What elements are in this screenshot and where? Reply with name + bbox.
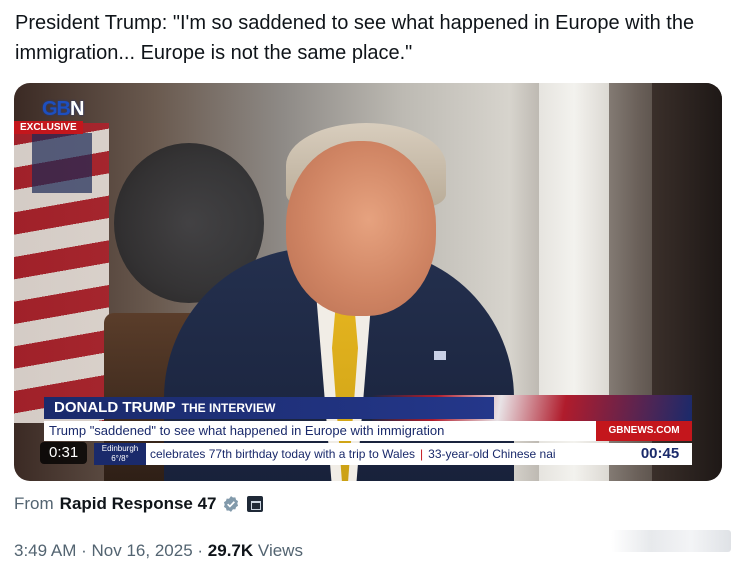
flag-pin	[434, 351, 446, 360]
views-count: 29.7K	[207, 541, 254, 560]
video-player[interactable]: GBN EXCLUSIVE DONALD TRUMP THE INTERVIEW …	[14, 83, 722, 481]
tweet-text: President Trump: "I'm so saddened to see…	[15, 12, 695, 64]
gbn-logo: GBN	[42, 98, 84, 120]
speaker-face	[286, 141, 436, 316]
tweet-metadata: 3:49 AM · Nov 16, 2025 · 29.7K Views	[14, 541, 303, 560]
affiliate-badge-icon	[246, 496, 263, 512]
news-ticker: celebrates 77th birthday today with a tr…	[94, 443, 692, 465]
views-label: Views	[257, 541, 303, 560]
lower-third-title: DONALD TRUMP THE INTERVIEW	[44, 397, 494, 419]
from-label: From	[14, 494, 54, 513]
tweet-time[interactable]: 3:49 AM	[14, 541, 76, 560]
video-elapsed-time: 0:31	[40, 442, 88, 464]
watermark-strip	[611, 530, 731, 552]
lower-third-headline: Trump "saddened" to see what happened in…	[44, 421, 596, 441]
exclusive-badge: EXCLUSIVE	[14, 121, 83, 134]
broadcast-clock: 00:45	[628, 443, 692, 465]
site-label: GBNEWS.COM	[596, 421, 692, 441]
source-attribution: From Rapid Response 47	[14, 494, 263, 514]
verified-badge-icon	[223, 496, 238, 512]
weather-widget: Edinburgh 6°/8°	[94, 443, 146, 465]
tweet-date[interactable]: Nov 16, 2025	[92, 541, 193, 560]
source-name-link[interactable]: Rapid Response 47	[60, 494, 217, 514]
